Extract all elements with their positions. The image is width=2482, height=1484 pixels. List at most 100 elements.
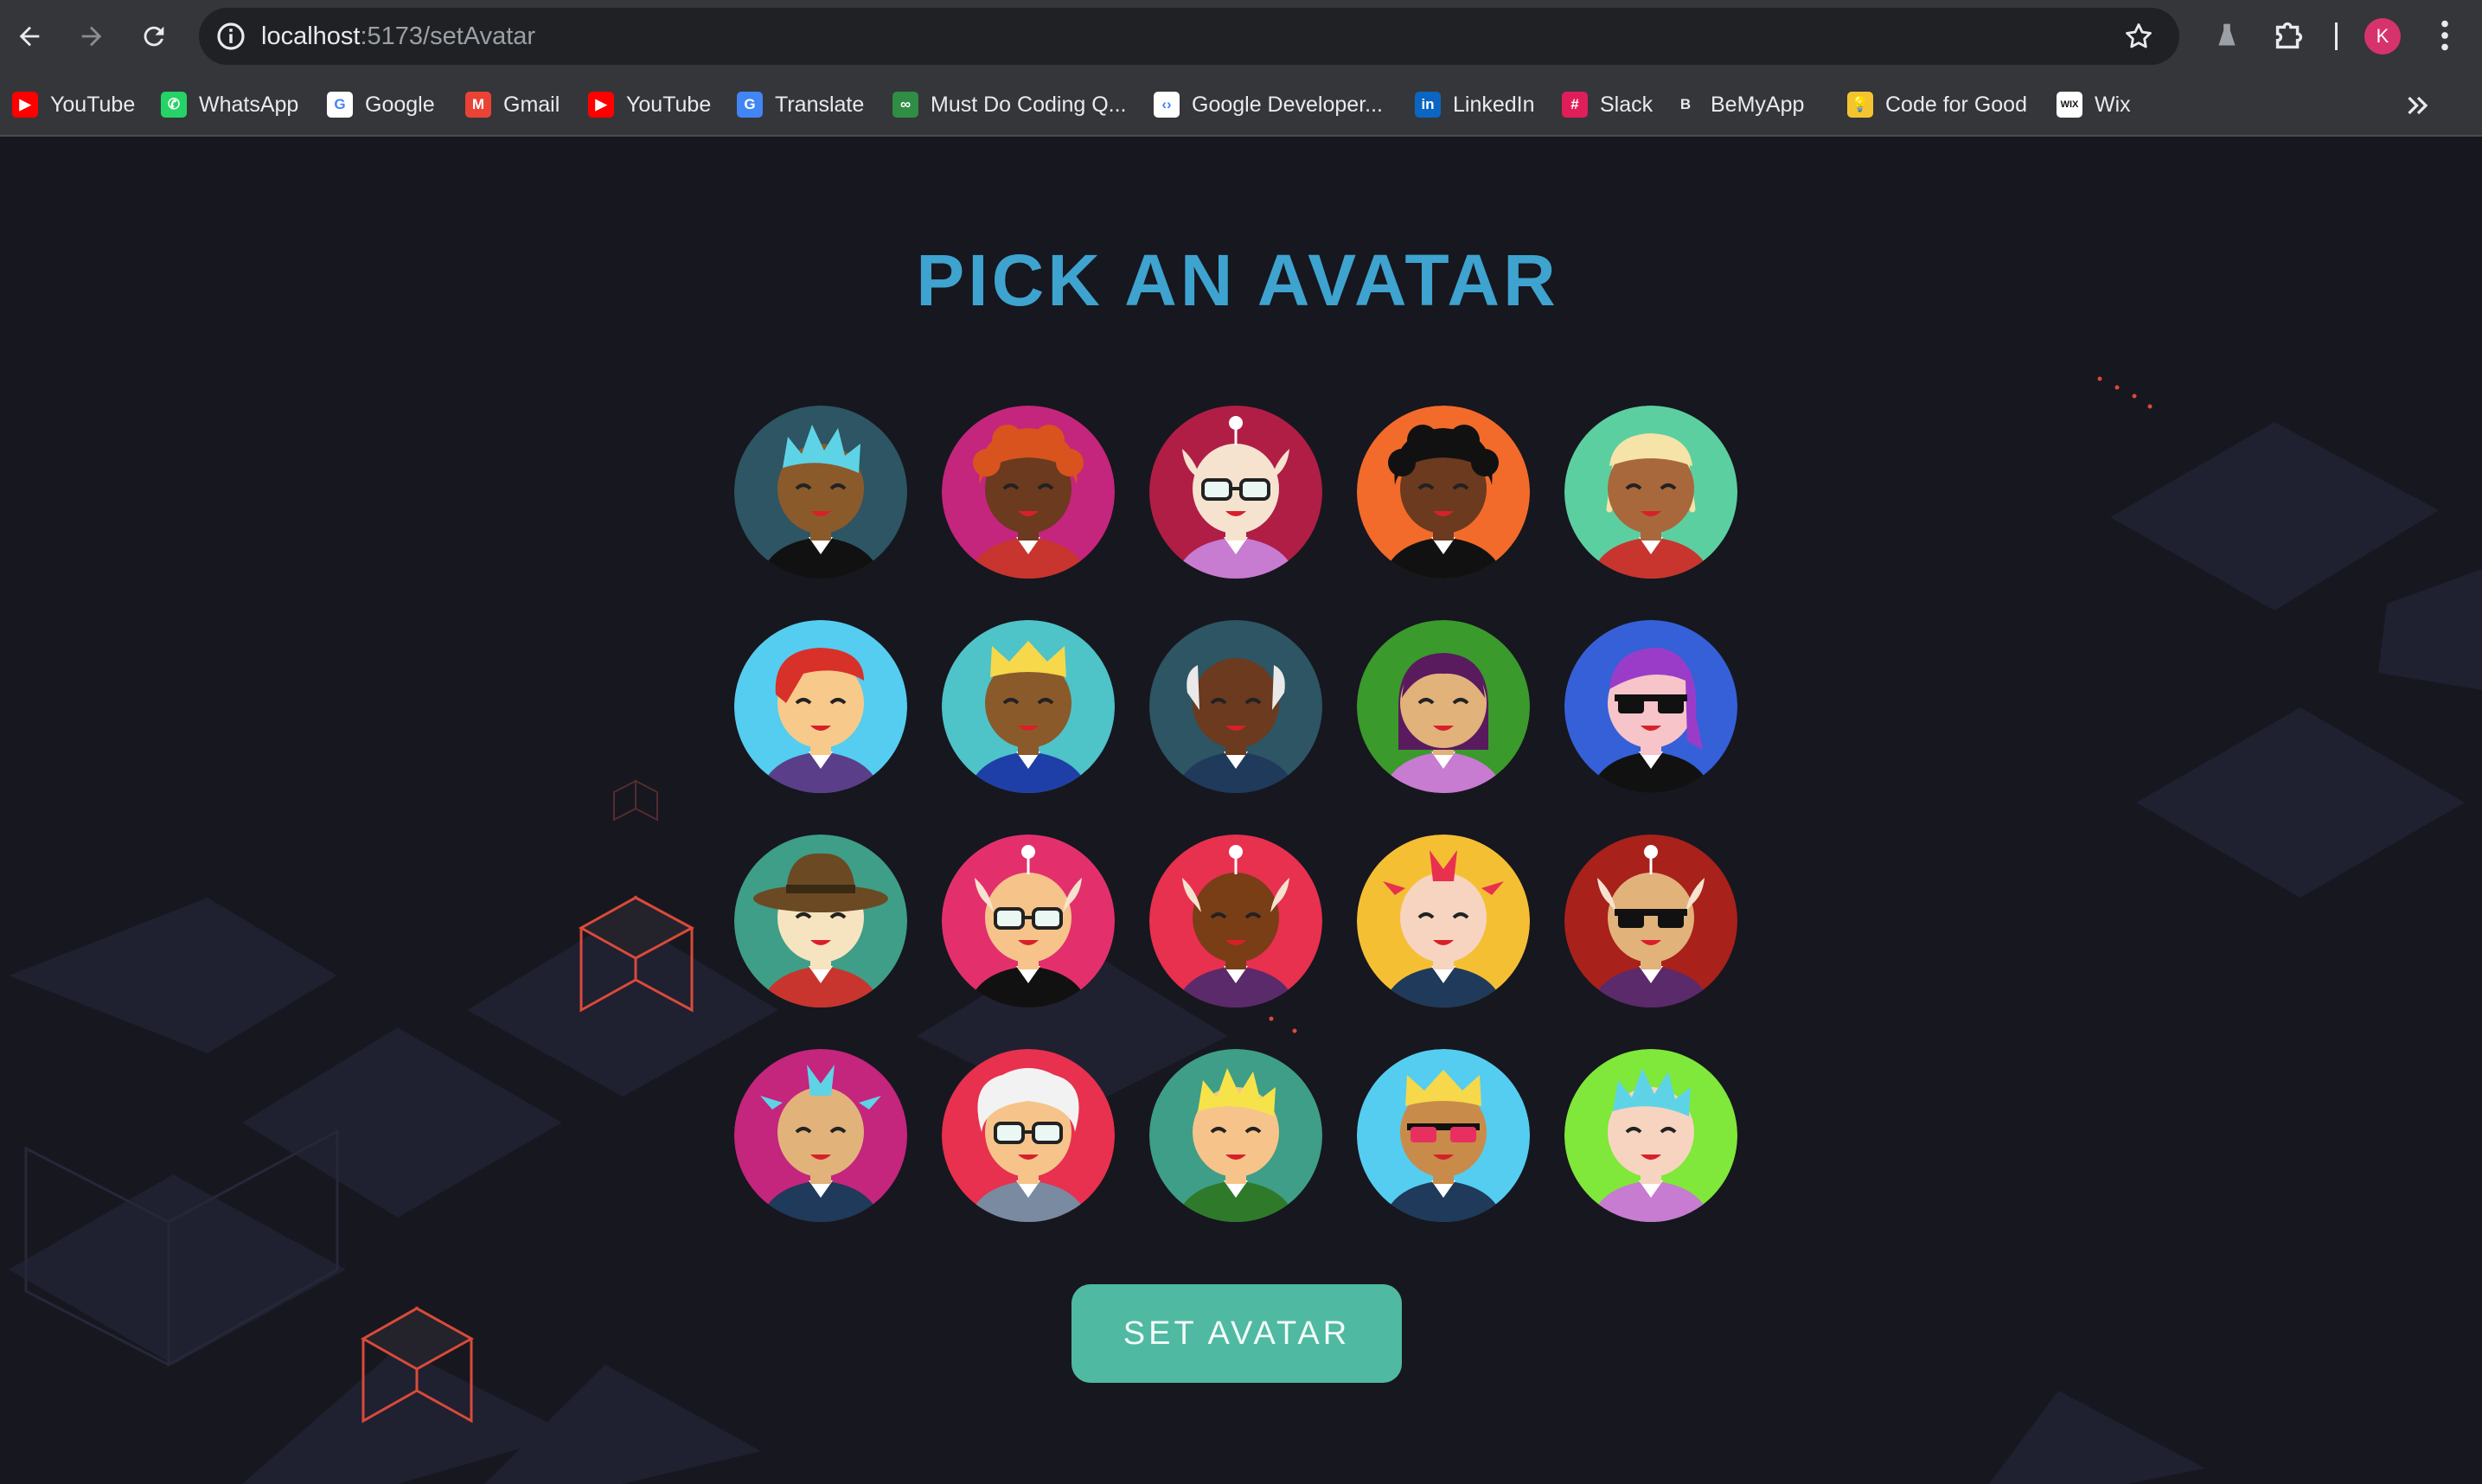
bookmark-star-icon[interactable] [2122, 20, 2155, 53]
avatar-face-icon [1357, 406, 1530, 579]
avatar-option[interactable] [942, 1049, 1115, 1222]
profile-avatar[interactable]: K [2364, 18, 2401, 54]
bookmark-item[interactable]: ‹› Google Developer... [1154, 88, 1383, 121]
avatar-face-icon [1357, 1049, 1530, 1222]
avatar-face-icon [734, 406, 907, 579]
whatsapp-icon: ✆ [161, 92, 187, 118]
bookmark-label: Gmail [503, 92, 560, 117]
avatar-option[interactable] [734, 1049, 907, 1222]
avatar-face-icon [734, 835, 907, 1007]
avatar-option[interactable] [1564, 620, 1737, 793]
avatar-option[interactable] [1149, 835, 1322, 1007]
avatar-option[interactable] [1357, 1049, 1530, 1222]
kebab-menu-icon[interactable] [2425, 16, 2465, 55]
bookmark-item[interactable]: in LinkedIn [1415, 88, 1535, 121]
arrow-right-icon [81, 26, 102, 47]
avatar-face-icon [1357, 620, 1530, 793]
bookmark-label: YouTube [50, 92, 136, 117]
bookmark-item[interactable]: # Slack [1562, 88, 1653, 121]
bookmark-item[interactable]: WIX Wix [2057, 88, 2131, 121]
avatar-face-icon [942, 835, 1115, 1007]
wix-icon: WIX [2057, 92, 2082, 118]
bookmark-item[interactable]: ✆ WhatsApp [161, 88, 298, 121]
avatar-option[interactable] [1149, 620, 1322, 793]
avatar-face-icon [1564, 620, 1737, 793]
avatar-face-icon [1564, 1049, 1737, 1222]
bookmark-item[interactable]: G Translate [737, 88, 864, 121]
browser-toolbar: localhost:5173/setAvatar K [0, 0, 2482, 73]
reload-button[interactable] [131, 14, 176, 59]
slack-icon: # [1562, 92, 1588, 118]
url-host: localhost [261, 22, 361, 50]
background-decoration [9, 376, 2482, 1484]
bookmark-label: Google [365, 92, 435, 117]
avatar-option[interactable] [1564, 835, 1737, 1007]
bemyapp-icon: B [1673, 92, 1698, 118]
avatar-option[interactable] [942, 620, 1115, 793]
avatar-option[interactable] [942, 835, 1115, 1007]
avatar-option[interactable] [1564, 1049, 1737, 1222]
linkedin-icon: in [1415, 92, 1441, 118]
lightbulb-icon: 💡 [1847, 92, 1873, 118]
avatar-face-icon [1564, 835, 1737, 1007]
avatar-option[interactable] [1357, 620, 1530, 793]
bookmark-item[interactable]: ▶ YouTube [12, 88, 135, 121]
bookmark-item[interactable]: G Google [327, 88, 435, 121]
avatar-option[interactable] [942, 406, 1115, 579]
bookmark-item[interactable]: ▶ YouTube [588, 88, 711, 121]
avatar-face-icon [942, 1049, 1115, 1222]
avatar-face-icon [1149, 620, 1322, 793]
avatar-face-icon [734, 1049, 907, 1222]
site-info-icon[interactable] [213, 18, 249, 54]
reload-icon [144, 26, 164, 47]
bookmarks-bar: ▶ YouTube ✆ WhatsApp G Google M Gmail ▶ YouTube G T… [0, 73, 2482, 137]
avatar-face-icon [1149, 835, 1322, 1007]
avatar-face-icon [734, 620, 907, 793]
more-bookmarks-icon[interactable] [2402, 90, 2434, 121]
translate-icon: G [737, 92, 763, 118]
toolbar-divider [2335, 22, 2338, 50]
avatar-option[interactable] [1357, 835, 1530, 1007]
lab-flask-icon[interactable] [2207, 16, 2247, 55]
avatar-page: PICK AN AVATAR SET AVATAR [0, 137, 2482, 1484]
bookmark-item[interactable]: ∞ Must Do Coding Q... [892, 88, 1126, 121]
bookmark-label: Must Do Coding Q... [931, 92, 1127, 117]
avatar-option[interactable] [734, 406, 907, 579]
geeksforgeeks-icon: ∞ [892, 92, 918, 118]
avatar-face-icon [1149, 406, 1322, 579]
bookmark-label: WhatsApp [199, 92, 299, 117]
avatar-option[interactable] [1357, 406, 1530, 579]
bookmark-label: Wix [2095, 92, 2131, 117]
youtube-icon: ▶ [12, 92, 38, 118]
extensions-puzzle-icon[interactable] [2269, 16, 2309, 55]
youtube-icon: ▶ [588, 92, 614, 118]
bookmark-label: YouTube [626, 92, 712, 117]
url-path: :5173/setAvatar [360, 22, 536, 50]
bookmark-label: Google Developer... [1192, 92, 1383, 117]
bookmark-item[interactable]: B BeMyApp [1673, 88, 1804, 121]
bookmark-label: Code for Good [1885, 92, 2027, 117]
avatar-option[interactable] [1564, 406, 1737, 579]
bookmark-label: LinkedIn [1453, 92, 1535, 117]
bookmark-item[interactable]: 💡 Code for Good [1847, 88, 2027, 121]
avatar-face-icon [942, 406, 1115, 579]
avatar-face-icon [1357, 835, 1530, 1007]
arrow-left-icon [19, 26, 40, 47]
google-developers-icon: ‹› [1154, 92, 1180, 118]
url-text: localhost:5173/setAvatar [261, 22, 535, 51]
back-button[interactable] [7, 14, 52, 59]
address-bar[interactable]: localhost:5173/setAvatar [199, 8, 2179, 65]
avatar-face-icon [1149, 1049, 1322, 1222]
avatar-option[interactable] [734, 835, 907, 1007]
set-avatar-button[interactable]: SET AVATAR [1071, 1284, 1402, 1383]
bookmark-label: Slack [1600, 92, 1654, 117]
bookmark-item[interactable]: M Gmail [465, 88, 560, 121]
avatar-face-icon [942, 620, 1115, 793]
page-title: PICK AN AVATAR [916, 240, 1559, 321]
avatar-option[interactable] [1149, 1049, 1322, 1222]
forward-button[interactable] [69, 14, 114, 59]
google-icon: G [327, 92, 353, 118]
avatar-option[interactable] [1149, 406, 1322, 579]
gmail-icon: M [465, 92, 491, 118]
avatar-option[interactable] [734, 620, 907, 793]
